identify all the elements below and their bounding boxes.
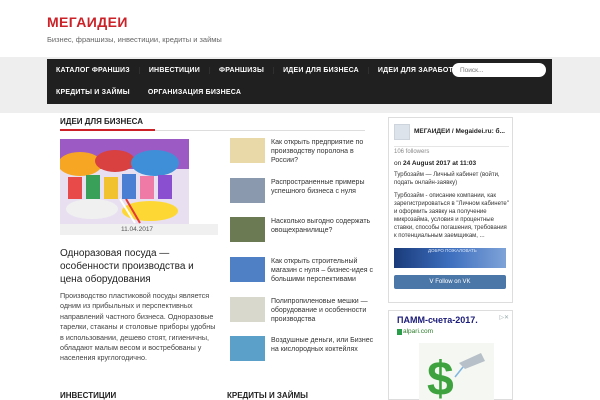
nav-item-investments[interactable]: ИНВЕСТИЦИИ (140, 66, 211, 74)
money-plant-icon[interactable]: $ (419, 343, 494, 400)
vk-divider (394, 146, 509, 147)
vk-date-prefix: on (394, 160, 402, 167)
category-investments-title[interactable]: ИНВЕСТИЦИИ (60, 391, 116, 400)
featured-image[interactable] (60, 139, 189, 224)
vk-post-text: Турбозайм - описание компании, как зарег… (394, 193, 509, 239)
list-item[interactable]: Распространенные примеры успешного бизне… (230, 178, 370, 208)
list-item-title[interactable]: Как открыть предприятие по производству … (271, 138, 375, 165)
featured-title[interactable]: Одноразовая посуда — особенности произво… (60, 247, 218, 286)
ad-banner[interactable]: ▷✕ ПАММ-счета-2017. alpari.com $ (388, 310, 513, 400)
vk-avatar[interactable] (394, 124, 410, 140)
vk-widget: МЕГАИДЕИ / Megaidei.ru: б... 106 followe… (388, 117, 513, 303)
svg-text:$: $ (427, 353, 454, 400)
list-item-title[interactable]: Насколько выгодно содержать овощехранили… (271, 217, 375, 235)
article-thumbnail[interactable] (230, 138, 265, 163)
list-item-title[interactable]: Распространенные примеры успешного бизне… (271, 178, 375, 196)
nav-row-1: КАТАЛОГ ФРАНШИЗ ИНВЕСТИЦИИ ФРАНШИЗЫ ИДЕИ… (47, 59, 473, 81)
vk-follow-label: Follow on VK (435, 279, 471, 285)
list-item[interactable]: Воздушные деньги, или Бизнес на кислород… (230, 336, 373, 366)
list-item[interactable]: Как открыть предприятие по производству … (230, 138, 370, 168)
article-thumbnail[interactable] (230, 217, 265, 242)
sidebar: МЕГАИДЕИ / Megaidei.ru: б... 106 followe… (388, 113, 514, 400)
list-item[interactable]: Полипропиленовые мешки — оборудование и … (230, 297, 370, 327)
main-navigation: КАТАЛОГ ФРАНШИЗ ИНВЕСТИЦИИ ФРАНШИЗЫ ИДЕИ… (47, 59, 552, 104)
nav-item-catalog[interactable]: КАТАЛОГ ФРАНШИЗ (47, 66, 140, 74)
vk-follow-button[interactable]: ᐯ Follow on VK (394, 275, 506, 289)
list-item[interactable]: Как открыть строительный магазин с нуля … (230, 257, 373, 287)
section-title[interactable]: ИДЕИ ДЛЯ БИЗНЕСА (60, 117, 143, 126)
site-description: Бизнес, франшизы, инвестиции, кредиты и … (47, 35, 222, 44)
section-divider-accent (60, 129, 155, 131)
article-thumbnail[interactable] (230, 257, 265, 282)
list-item-title[interactable]: Полипропиленовые мешки — оборудование и … (271, 297, 375, 324)
article-thumbnail[interactable] (230, 178, 265, 203)
article-thumbnail[interactable] (230, 336, 265, 361)
search-input[interactable] (452, 63, 546, 77)
nav-row-2: КРЕДИТЫ И ЗАЙМЫ ОРГАНИЗАЦИЯ БИЗНЕСА (47, 81, 250, 103)
nav-item-credits[interactable]: КРЕДИТЫ И ЗАЙМЫ (47, 89, 139, 96)
list-item-title[interactable]: Как открыть строительный магазин с нуля … (271, 257, 375, 284)
vk-post-date: on 24 August 2017 at 11:03 (394, 160, 476, 167)
vk-post-title[interactable]: Турбозайм — Личный кабинет (войти, подат… (394, 171, 509, 187)
nav-item-business-ideas[interactable]: ИДЕИ ДЛЯ БИЗНЕСА (274, 66, 369, 74)
main-content: ИДЕИ ДЛЯ БИЗНЕСА 11.04.2017 Одноразовая … (47, 113, 373, 400)
site-header: МЕГАИДЕИ Бизнес, франшизы, инвестиции, к… (0, 0, 600, 57)
article-thumbnail[interactable] (230, 297, 265, 322)
navbar-area: КАТАЛОГ ФРАНШИЗ ИНВЕСТИЦИИ ФРАНШИЗЫ ИДЕИ… (0, 57, 600, 113)
ad-site[interactable]: alpari.com (403, 328, 433, 335)
vk-community-name[interactable]: МЕГАИДЕИ / Megaidei.ru: б... (414, 128, 510, 135)
disposable-tableware-illustration (60, 139, 189, 224)
featured-date: 11.04.2017 (121, 226, 154, 233)
nav-item-organization[interactable]: ОРГАНИЗАЦИЯ БИЗНЕСА (139, 89, 250, 96)
list-item-title[interactable]: Воздушные деньги, или Бизнес на кислород… (271, 336, 375, 354)
vk-banner-text: ДОБРО ПОЖАЛОВАТЬ (428, 248, 477, 253)
vk-followers[interactable]: 106 followers (394, 149, 429, 155)
nav-item-franchises[interactable]: ФРАНШИЗЫ (210, 66, 275, 74)
list-item[interactable]: Насколько выгодно содержать овощехранили… (230, 217, 370, 247)
site-title[interactable]: МЕГАИДЕИ (47, 14, 128, 30)
category-credits-title[interactable]: КРЕДИТЫ И ЗАЙМЫ (227, 391, 308, 400)
ad-info-icon[interactable]: ▷✕ (499, 314, 509, 321)
vk-date-value[interactable]: 24 August 2017 at 11:03 (403, 160, 476, 167)
ad-title[interactable]: ПАММ-счета-2017. (397, 315, 478, 325)
featured-excerpt: Производство пластиковой посуды является… (60, 291, 216, 363)
ad-site-icon (397, 329, 402, 335)
